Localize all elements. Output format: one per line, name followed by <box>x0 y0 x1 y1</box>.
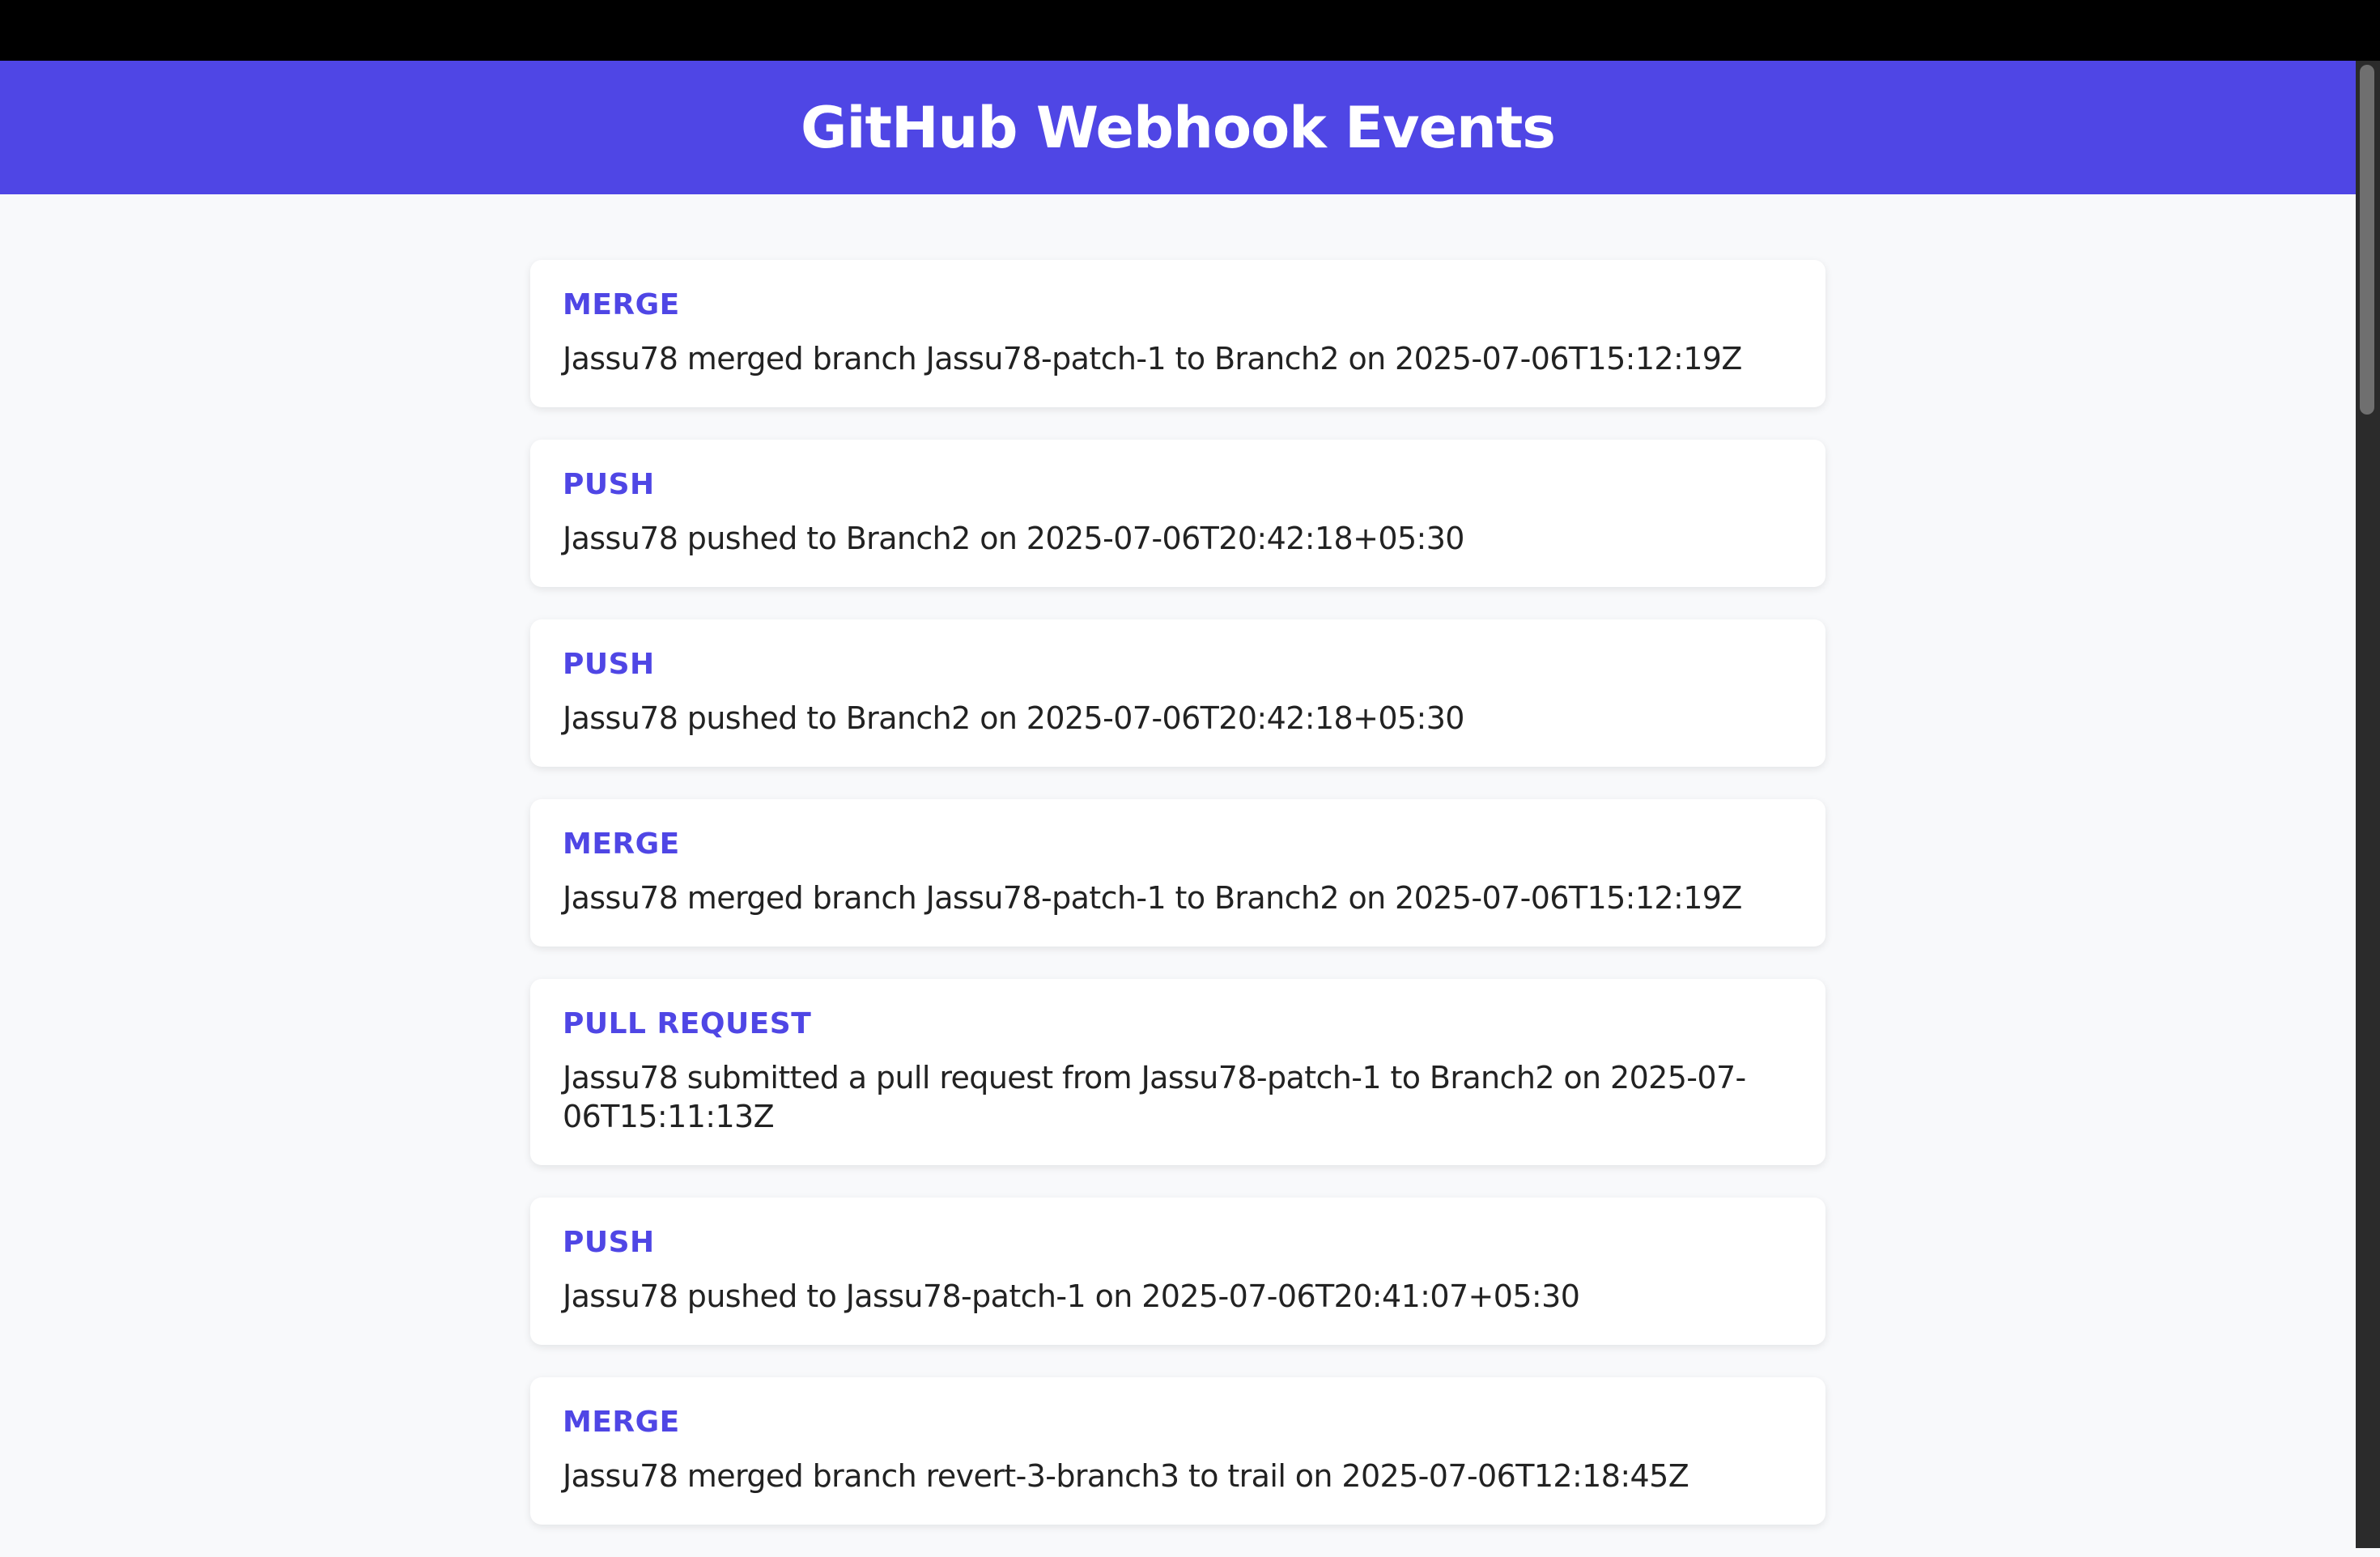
event-description: Jassu78 merged branch revert-3-branch3 t… <box>563 1458 1689 1494</box>
event-card: MERGE Jassu78 merged branch Jassu78-patc… <box>530 799 1825 947</box>
browser-top-bar <box>0 0 2380 61</box>
scrollbar-thumb[interactable] <box>2360 65 2374 415</box>
event-card: MERGE Jassu78 merged branch Jassu78-patc… <box>530 260 1825 407</box>
event-card: PUSH Jassu78 pushed to Jassu78-patch-1 o… <box>530 1198 1825 1345</box>
event-card: PUSH Jassu78 pushed to Branch2 on 2025-0… <box>530 440 1825 587</box>
event-card: PULL REQUEST Jassu78 submitted a pull re… <box>530 979 1825 1165</box>
event-description: Jassu78 pushed to Branch2 on 2025-07-06T… <box>563 700 1464 736</box>
events-list: MERGE Jassu78 merged branch Jassu78-patc… <box>530 260 1825 1557</box>
event-type: PULL REQUEST <box>563 1007 812 1040</box>
event-card: PUSH Jassu78 pushed to Branch2 on 2025-0… <box>530 619 1825 767</box>
page-header: GitHub Webhook Events <box>0 61 2356 194</box>
event-description: Jassu78 merged branch Jassu78-patch-1 to… <box>563 341 1742 376</box>
event-type: PUSH <box>563 468 655 501</box>
event-description: Jassu78 pushed to Branch2 on 2025-07-06T… <box>563 521 1464 556</box>
event-card: MERGE Jassu78 merged branch revert-3-bra… <box>530 1377 1825 1525</box>
event-type: MERGE <box>563 827 680 861</box>
event-description: Jassu78 submitted a pull request from Ja… <box>563 1060 1746 1134</box>
event-type: MERGE <box>563 288 680 321</box>
event-type: PUSH <box>563 648 655 681</box>
event-type: PUSH <box>563 1226 655 1259</box>
event-type: MERGE <box>563 1406 680 1439</box>
event-description: Jassu78 pushed to Jassu78-patch-1 on 202… <box>563 1278 1580 1314</box>
page-title: GitHub Webhook Events <box>801 94 1556 161</box>
event-description: Jassu78 merged branch Jassu78-patch-1 to… <box>563 880 1742 916</box>
